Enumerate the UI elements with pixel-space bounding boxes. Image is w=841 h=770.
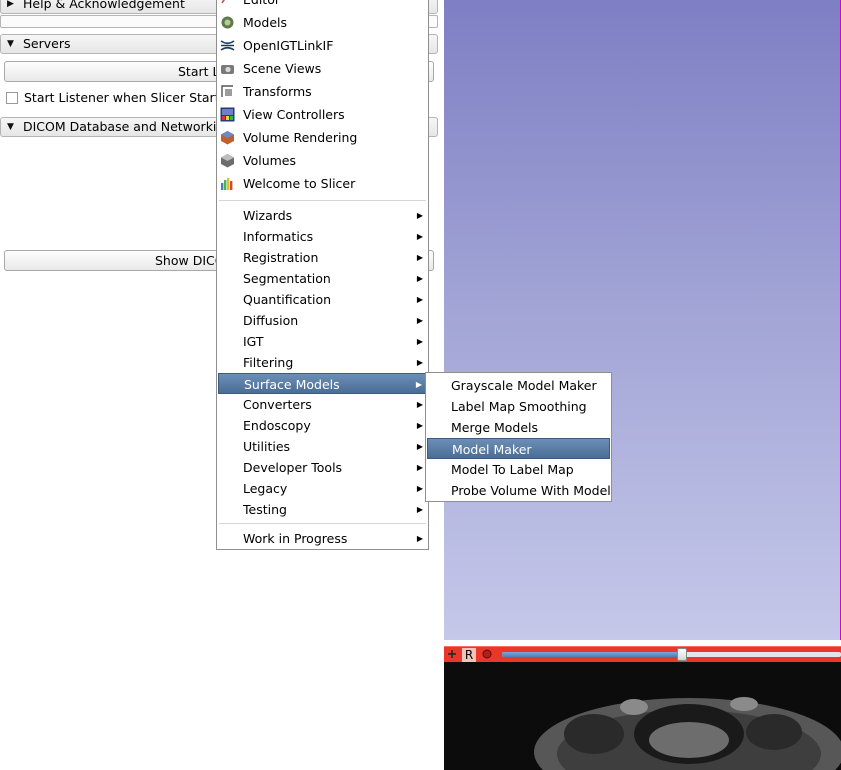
submenu-arrow-icon: ▶ [416, 337, 423, 346]
submenu-arrow-icon: ▶ [415, 380, 422, 389]
menu-category-converters[interactable]: Converters ▶ [218, 394, 427, 415]
pin-icon[interactable] [446, 648, 458, 662]
submenu-item-merge-models[interactable]: Merge Models [427, 417, 610, 438]
collapsed-arrow-icon: ▶ [7, 0, 14, 9]
submenu-arrow-icon: ▶ [416, 358, 423, 367]
menu-category-registration[interactable]: Registration ▶ [218, 247, 427, 268]
submenu-arrow-icon: ▶ [416, 400, 423, 409]
menu-category-diffusion[interactable]: Diffusion ▶ [218, 310, 427, 331]
dicom-section-label: DICOM Database and Networking [23, 119, 233, 134]
red-slice-view[interactable] [444, 662, 841, 770]
openigtlink-icon [220, 38, 235, 53]
menu-item-volume-rendering[interactable]: Volume Rendering [218, 127, 427, 148]
menu-item-transforms[interactable]: Transforms [218, 81, 427, 102]
menu-category-igt[interactable]: IGT ▶ [218, 331, 427, 352]
start-listener-checkbox-row[interactable]: Start Listener when Slicer Starts [6, 90, 226, 106]
menu-category-surface-models[interactable]: Surface Models ▶ [218, 373, 427, 394]
modules-menu: Editor ModelsOpenIGTLinkIFScene ViewsTran… [216, 0, 429, 550]
start-listener-checkbox-label: Start Listener when Slicer Starts [24, 90, 227, 105]
submenu-item-model-to-label-map[interactable]: Model To Label Map [427, 459, 610, 480]
menu-category-quantification[interactable]: Quantification ▶ [218, 289, 427, 310]
submenu-item-probe-volume-with-model[interactable]: Probe Volume With Model [427, 480, 611, 501]
transforms-icon [220, 84, 235, 99]
volumes-icon [220, 153, 235, 168]
submenu-arrow-icon: ▶ [416, 316, 423, 325]
surface-models-submenu: Grayscale Model Maker Label Map Smoothing… [425, 372, 612, 502]
submenu-arrow-icon: ▶ [416, 505, 423, 514]
menu-category-filtering[interactable]: Filtering ▶ [218, 352, 427, 373]
submenu-item-model-maker[interactable]: Model Maker [427, 438, 610, 459]
start-listener-checkbox[interactable] [6, 92, 18, 104]
menu-category-legacy[interactable]: Legacy ▶ [218, 478, 427, 499]
submenu-arrow-icon: ▶ [416, 211, 423, 220]
editor-icon [220, 0, 235, 7]
submenu-arrow-icon: ▶ [416, 421, 423, 430]
servers-section-label: Servers [23, 36, 71, 51]
menu-item-models[interactable]: Models [218, 12, 427, 33]
red-slice-controller: R [444, 646, 841, 662]
submenu-arrow-icon: ▶ [416, 534, 423, 543]
menu-category-endoscopy[interactable]: Endoscopy ▶ [218, 415, 427, 436]
3d-view[interactable] [444, 0, 841, 640]
menu-item-editor[interactable]: Editor [218, 0, 427, 10]
menu-separator [219, 523, 426, 524]
menu-item-scene-views[interactable]: Scene Views [218, 58, 427, 79]
menu-category-informatics[interactable]: Informatics ▶ [218, 226, 427, 247]
slice-offset-slider-handle[interactable] [676, 648, 687, 661]
menu-item-welcome-to-slicer[interactable]: Welcome to Slicer [218, 173, 427, 194]
slice-offset-slider-fill [502, 652, 682, 657]
slice-offset-slider[interactable] [502, 652, 841, 657]
menu-category-utilities[interactable]: Utilities ▶ [218, 436, 427, 457]
menu-item-view-controllers[interactable]: View Controllers [218, 104, 427, 125]
menu-category-wizards[interactable]: Wizards ▶ [218, 205, 427, 226]
expanded-arrow-icon: ▼ [7, 39, 14, 49]
submenu-arrow-icon: ▶ [416, 442, 423, 451]
welcome-icon [220, 176, 235, 191]
orientation-label: R [462, 648, 476, 662]
menu-separator [219, 200, 426, 201]
submenu-arrow-icon: ▶ [416, 274, 423, 283]
menu-category-developer-tools[interactable]: Developer Tools ▶ [218, 457, 427, 478]
scene-views-icon [220, 61, 235, 76]
link-icon[interactable] [480, 648, 494, 662]
menu-item-openigtlinkif[interactable]: OpenIGTLinkIF [218, 35, 427, 56]
view-controllers-icon [220, 107, 235, 122]
submenu-arrow-icon: ▶ [416, 295, 423, 304]
ct-image [534, 697, 841, 770]
menu-item-work-in-progress[interactable]: Work in Progress ▶ [218, 528, 427, 549]
expanded-arrow-icon: ▼ [7, 122, 14, 132]
submenu-arrow-icon: ▶ [416, 232, 423, 241]
menu-category-testing[interactable]: Testing ▶ [218, 499, 427, 520]
submenu-item-label-map-smoothing[interactable]: Label Map Smoothing [427, 396, 610, 417]
help-section-label: Help & Acknowledgement [23, 0, 185, 11]
menu-item-volumes[interactable]: Volumes [218, 150, 427, 171]
models-icon [220, 15, 235, 30]
menu-category-segmentation[interactable]: Segmentation ▶ [218, 268, 427, 289]
submenu-item-grayscale-model-maker[interactable]: Grayscale Model Maker [427, 375, 610, 396]
submenu-arrow-icon: ▶ [416, 253, 423, 262]
volume-rendering-icon [220, 130, 235, 145]
submenu-arrow-icon: ▶ [416, 463, 423, 472]
submenu-arrow-icon: ▶ [416, 484, 423, 493]
